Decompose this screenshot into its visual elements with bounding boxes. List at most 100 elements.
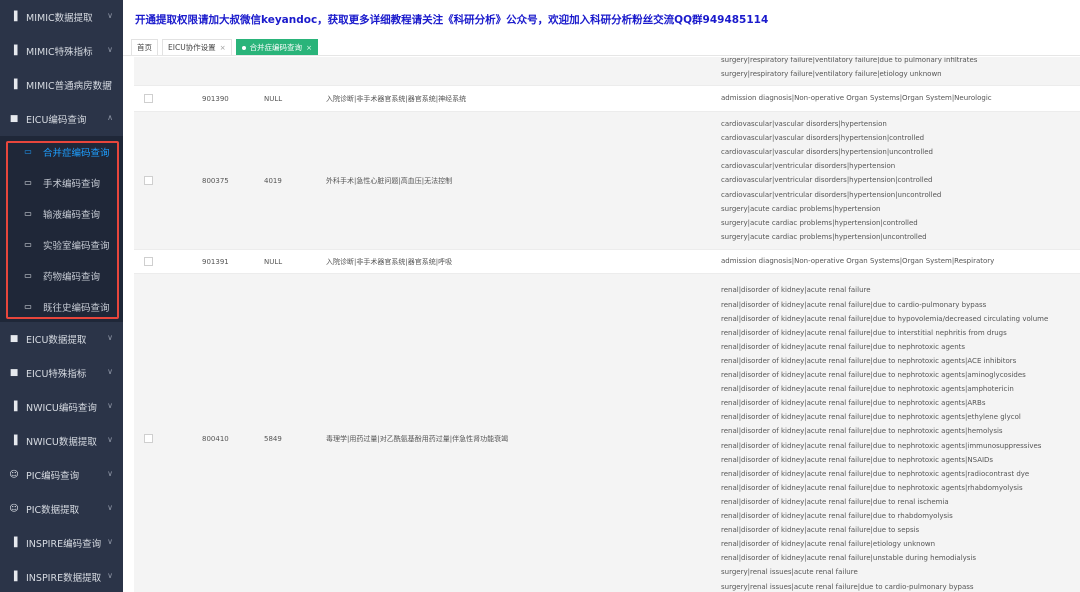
- bar-chart-icon: ▐: [10, 538, 18, 548]
- cell-code: NULL: [264, 94, 283, 103]
- cell-cn: 入院诊断|非手术器官系统|器官系统|呼吸: [326, 257, 453, 266]
- english-description-line: renal|disorder of kidney|acute renal fai…: [721, 328, 1007, 337]
- tab-eicu-settings[interactable]: EICU协作设置 ×: [162, 39, 232, 55]
- english-description-line: renal|disorder of kidney|acute renal fai…: [721, 441, 1042, 450]
- bar-chart-icon: ▐: [10, 46, 18, 56]
- chevron-down-icon: ∨: [107, 401, 113, 410]
- english-description-line: renal|disorder of kidney|acute renal fai…: [721, 526, 920, 535]
- english-description-line: cardiovascular|vascular disorders|hypert…: [721, 134, 925, 143]
- table-row[interactable]: 901390 NULL 入院诊断|非手术器官系统|器官系统|神经系统 admissio…: [134, 86, 1080, 112]
- english-description-line: surgery|respiratory failure|ventilatory …: [721, 57, 978, 64]
- chevron-up-icon: ∧: [107, 113, 113, 122]
- bar-chart-icon: ▐: [10, 572, 18, 582]
- table-row[interactable]: 800410 5849 毒理学|用药过量|对乙酰氨基酚用药过量|伴急性肾功能衰竭 re…: [134, 274, 1080, 592]
- close-icon[interactable]: ×: [220, 44, 226, 52]
- sidebar-item-label: NWICU编码查询: [26, 403, 97, 414]
- row-checkbox[interactable]: [144, 176, 153, 185]
- chevron-down-icon: ∨: [107, 333, 113, 342]
- table-row[interactable]: 901391 NULL 入院诊断|非手术器官系统|器官系统|呼吸 admission …: [134, 250, 1080, 274]
- sidebar-item[interactable]: ▐ MIMIC特殊指标 ∨: [0, 34, 123, 68]
- english-description-line: renal|disorder of kidney|acute renal fai…: [721, 497, 949, 506]
- english-description-line: surgery|renal issues|acute renal failure…: [721, 582, 974, 591]
- row-checkbox[interactable]: [144, 94, 153, 103]
- english-description-line: renal|disorder of kidney|acute renal fai…: [721, 413, 1021, 422]
- chevron-down-icon: ∨: [107, 469, 113, 478]
- english-description-line: renal|disorder of kidney|acute renal fai…: [721, 342, 966, 351]
- sidebar-item[interactable]: ▐ NWICU数据提取 ∨: [0, 424, 123, 458]
- sidebar-item-label: MIMIC特殊指标: [26, 47, 93, 58]
- cell-english: admission diagnosis|Non-operative Organ …: [721, 250, 1080, 274]
- tab-comorbidity-query[interactable]: 合并症编码查询 ×: [235, 39, 318, 55]
- english-description-line: cardiovascular|vascular disorders|hypert…: [721, 120, 887, 129]
- english-description-line: renal|disorder of kidney|acute renal fai…: [721, 356, 1017, 365]
- cell-cn: 外科手术|急性心脏问题|高血压|无法控制: [326, 176, 453, 185]
- english-description-line: surgery|renal issues|acute renal failure: [721, 568, 858, 577]
- bar-chart-icon: ▐: [10, 436, 18, 446]
- sidebar-item-label: EICU特殊指标: [26, 369, 87, 380]
- chevron-down-icon: ∨: [107, 537, 113, 546]
- cell-code: 5849: [264, 434, 282, 443]
- english-description-line: admission diagnosis|Non-operative Organ …: [721, 257, 995, 266]
- bar-chart-icon: ▐: [10, 12, 18, 22]
- cell-english: renal|disorder of kidney|acute renal fai…: [721, 274, 1080, 592]
- sidebar-item-label: PIC数据提取: [26, 505, 80, 516]
- folder-icon: ■: [9, 368, 19, 378]
- chevron-down-icon: ∨: [107, 367, 113, 376]
- row-checkbox[interactable]: [144, 434, 153, 443]
- sidebar-item-label: INSPIRE数据提取: [26, 573, 102, 584]
- english-description-line: surgery|respiratory failure|ventilatory …: [721, 70, 942, 79]
- baby-icon: ☺: [9, 470, 19, 480]
- cell-cn: 毒理学|用药过量|对乙酰氨基酚用药过量|伴急性肾功能衰竭: [326, 434, 509, 443]
- sidebar-item-label: PIC编码查询: [26, 471, 80, 482]
- chevron-down-icon: ∨: [107, 571, 113, 580]
- active-dot-icon: [241, 45, 246, 50]
- english-description-line: renal|disorder of kidney|acute renal fai…: [721, 455, 994, 464]
- chevron-down-icon: ∨: [107, 11, 113, 20]
- chevron-down-icon: ∨: [107, 503, 113, 512]
- cell-english: cardiovascular|vascular disorders|hypert…: [721, 112, 1080, 250]
- sidebar-item[interactable]: ■ EICU编码查询 ∧: [0, 102, 123, 136]
- table-row[interactable]: surgery|respiratory failure|ventilatory …: [134, 57, 1080, 86]
- sidebar-item[interactable]: ▐ MIMIC普通病房数据 ∨: [0, 68, 123, 102]
- sidebar-item-label: MIMIC普通病房数据: [26, 81, 112, 92]
- sidebar-item[interactable]: ■ EICU数据提取 ∨: [0, 322, 123, 356]
- chevron-down-icon: ∨: [107, 45, 113, 54]
- sidebar-item[interactable]: ☺ PIC数据提取 ∨: [0, 492, 123, 526]
- english-description-line: surgery|acute cardiac problems|hypertens…: [721, 204, 881, 213]
- chevron-down-icon: ∨: [107, 435, 113, 444]
- english-description-line: cardiovascular|vascular disorders|hypert…: [721, 148, 934, 157]
- cell-id: 901390: [202, 94, 229, 103]
- sidebar-item[interactable]: ▐ INSPIRE编码查询 ∨: [0, 526, 123, 560]
- english-description-line: renal|disorder of kidney|acute renal fai…: [721, 554, 977, 563]
- tab-home-label: 首页: [137, 43, 152, 52]
- english-description-line: renal|disorder of kidney|acute renal fai…: [721, 427, 1003, 436]
- english-description-line: admission diagnosis|Non-operative Organ …: [721, 94, 992, 103]
- cell-id: 800410: [202, 434, 229, 443]
- english-description-line: cardiovascular|ventricular disorders|hyp…: [721, 190, 942, 199]
- results-table: surgery|respiratory failure|ventilatory …: [123, 57, 1080, 592]
- notice-banner: 开通提取权限请加大叔微信keyandoc，获取更多详细教程请关注《科研分析》公众…: [135, 13, 769, 26]
- sidebar-item[interactable]: ■ EICU特殊指标 ∨: [0, 356, 123, 390]
- english-description-line: renal|disorder of kidney|acute renal fai…: [721, 371, 1026, 379]
- cell-english: admission diagnosis|Non-operative Organ …: [721, 86, 1080, 112]
- sidebar-item[interactable]: ▐ NWICU编码查询 ∨: [0, 390, 123, 424]
- tab-comorbidity-query-label: 合并症编码查询: [249, 43, 303, 52]
- row-checkbox[interactable]: [144, 257, 153, 266]
- english-description-line: cardiovascular|ventricular disorders|hyp…: [721, 162, 896, 171]
- sidebar-item[interactable]: ▐ MIMIC数据提取 ∨: [0, 0, 123, 34]
- close-icon[interactable]: ×: [306, 44, 312, 52]
- tab-eicu-settings-label: EICU协作设置: [168, 43, 216, 52]
- sidebar-item[interactable]: ☺ PIC编码查询 ∨: [0, 458, 123, 492]
- folder-icon: ■: [9, 114, 19, 124]
- tab-home[interactable]: 首页: [131, 39, 158, 55]
- english-description-line: cardiovascular|ventricular disorders|hyp…: [721, 176, 933, 185]
- english-description-line: renal|disorder of kidney|acute renal fai…: [721, 399, 986, 408]
- chevron-down-icon: ∨: [107, 79, 113, 88]
- table-row[interactable]: 800375 4019 外科手术|急性心脏问题|高血压|无法控制 cardiovasc…: [134, 112, 1080, 250]
- english-description-line: renal|disorder of kidney|acute renal fai…: [721, 512, 953, 520]
- tab-bar: 首页 EICU协作设置 × 合并症编码查询 ×: [123, 38, 1080, 56]
- highlight-box: [6, 141, 119, 319]
- english-description-line: renal|disorder of kidney|acute renal fai…: [721, 483, 1023, 492]
- english-description-line: surgery|acute cardiac problems|hypertens…: [721, 232, 927, 241]
- sidebar-item[interactable]: ▐ INSPIRE数据提取 ∨: [0, 560, 123, 592]
